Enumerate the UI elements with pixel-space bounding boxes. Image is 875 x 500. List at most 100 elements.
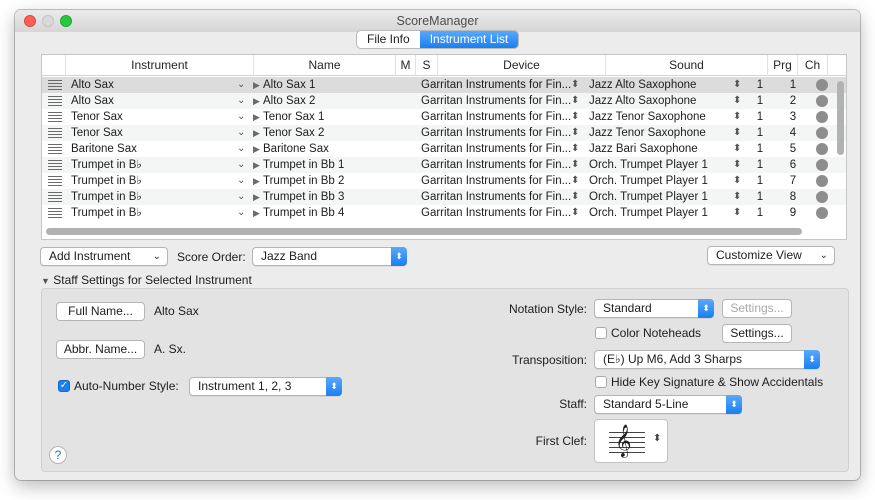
tab-file-info[interactable]: File Info bbox=[357, 31, 420, 48]
score-order-popup[interactable]: Jazz Band ⬍ bbox=[252, 247, 407, 266]
chevron-down-icon[interactable]: ⌄ bbox=[237, 125, 247, 141]
chevron-down-icon[interactable]: ⌄ bbox=[237, 189, 247, 205]
maximize-window-button[interactable] bbox=[60, 15, 72, 27]
stepper-arrows-icon[interactable]: ⬍ bbox=[733, 77, 743, 93]
transposition-popup[interactable]: (E♭) Up M6, Add 3 Sharps ⬍ bbox=[594, 350, 820, 369]
drag-handle-icon[interactable] bbox=[48, 192, 62, 202]
chevron-down-icon[interactable]: ⌄ bbox=[237, 173, 247, 189]
disclosure-triangle-icon[interactable]: ▶ bbox=[253, 189, 263, 205]
drag-handle-icon[interactable] bbox=[48, 208, 62, 218]
instrument-cell[interactable]: Baritone Sax bbox=[71, 141, 231, 157]
sound-cell[interactable]: Jazz Alto Saxophone bbox=[589, 93, 734, 109]
chevron-down-icon[interactable]: ⌄ bbox=[237, 109, 247, 125]
sound-cell[interactable]: Orch. Trumpet Player 1 bbox=[589, 205, 734, 221]
stepper-arrows-icon[interactable]: ⬍ bbox=[571, 93, 581, 109]
hide-key-signature-checkbox[interactable] bbox=[595, 376, 607, 388]
row-options-icon[interactable] bbox=[816, 175, 828, 187]
stepper-arrows-icon[interactable]: ⬍ bbox=[733, 141, 743, 157]
drag-handle-icon[interactable] bbox=[48, 144, 62, 154]
device-cell[interactable]: Garritan Instruments for Fin... bbox=[421, 173, 571, 189]
channel-cell[interactable]: 2 bbox=[787, 93, 799, 109]
name-cell[interactable]: Tenor Sax 2 bbox=[263, 125, 393, 141]
table-vertical-scrollbar[interactable] bbox=[837, 77, 845, 239]
device-cell[interactable]: Garritan Instruments for Fin... bbox=[421, 205, 571, 221]
column-header-solo[interactable]: S bbox=[416, 55, 438, 76]
help-button[interactable]: ? bbox=[49, 446, 67, 464]
name-cell[interactable]: Trumpet in Bb 2 bbox=[263, 173, 393, 189]
sound-cell[interactable]: Jazz Bari Saxophone bbox=[589, 141, 734, 157]
column-header-sound[interactable]: Sound bbox=[606, 55, 768, 76]
device-cell[interactable]: Garritan Instruments for Fin... bbox=[421, 157, 571, 173]
device-cell[interactable]: Garritan Instruments for Fin... bbox=[421, 141, 571, 157]
disclosure-triangle-icon[interactable]: ▶ bbox=[253, 125, 263, 141]
channel-cell[interactable]: 5 bbox=[787, 141, 799, 157]
stepper-arrows-icon[interactable]: ⬍ bbox=[571, 189, 581, 205]
program-cell[interactable]: 1 bbox=[754, 93, 766, 109]
program-cell[interactable]: 1 bbox=[754, 173, 766, 189]
instrument-cell[interactable]: Trumpet in B♭ bbox=[71, 205, 231, 221]
device-cell[interactable]: Garritan Instruments for Fin... bbox=[421, 109, 571, 125]
add-instrument-popup[interactable]: Add Instrument ⌄ bbox=[40, 247, 168, 266]
column-header-mute[interactable]: M bbox=[396, 55, 416, 76]
column-header-program[interactable]: Prg bbox=[768, 55, 798, 76]
instrument-cell[interactable]: Trumpet in B♭ bbox=[71, 173, 231, 189]
name-cell[interactable]: Alto Sax 2 bbox=[263, 93, 393, 109]
close-window-button[interactable] bbox=[24, 15, 36, 27]
staff-settings-disclosure[interactable]: ▼ Staff Settings for Selected Instrument bbox=[41, 272, 252, 289]
auto-number-style-popup[interactable]: Instrument 1, 2, 3 ⬍ bbox=[189, 377, 342, 396]
chevron-down-icon[interactable]: ⌄ bbox=[237, 77, 247, 93]
tab-instrument-list[interactable]: Instrument List bbox=[419, 31, 519, 48]
sound-cell[interactable]: Orch. Trumpet Player 1 bbox=[589, 157, 734, 173]
row-options-icon[interactable] bbox=[816, 79, 828, 91]
stepper-arrows-icon[interactable]: ⬍ bbox=[571, 77, 581, 93]
channel-cell[interactable]: 3 bbox=[787, 109, 799, 125]
instrument-cell[interactable]: Tenor Sax bbox=[71, 125, 231, 141]
table-row[interactable]: Trumpet in B♭ ⌄ ▶ Trumpet in Bb 1 Garritan I… bbox=[42, 157, 846, 173]
row-options-icon[interactable] bbox=[816, 159, 828, 171]
stepper-arrows-icon[interactable]: ⬍ bbox=[571, 125, 581, 141]
customize-view-popup[interactable]: Customize View ⌄ bbox=[707, 246, 835, 265]
instrument-cell[interactable]: Alto Sax bbox=[71, 77, 231, 93]
drag-handle-icon[interactable] bbox=[48, 176, 62, 186]
table-row[interactable]: Alto Sax ⌄ ▶ Alto Sax 2 Garritan Instruments… bbox=[42, 93, 846, 109]
chevron-down-icon[interactable]: ⌄ bbox=[237, 141, 247, 157]
channel-cell[interactable]: 8 bbox=[787, 189, 799, 205]
row-options-icon[interactable] bbox=[816, 111, 828, 123]
minimize-window-button[interactable] bbox=[42, 15, 54, 27]
color-noteheads-checkbox[interactable] bbox=[595, 327, 607, 339]
row-options-icon[interactable] bbox=[816, 95, 828, 107]
row-options-icon[interactable] bbox=[816, 191, 828, 203]
stepper-arrows-icon[interactable]: ⬍ bbox=[571, 109, 581, 125]
stepper-arrows-icon[interactable]: ⬍ bbox=[733, 189, 743, 205]
drag-handle-icon[interactable] bbox=[48, 96, 62, 106]
instrument-cell[interactable]: Alto Sax bbox=[71, 93, 231, 109]
program-cell[interactable]: 1 bbox=[754, 109, 766, 125]
drag-handle-icon[interactable] bbox=[48, 128, 62, 138]
column-header-instrument[interactable]: Instrument bbox=[66, 55, 254, 76]
sound-cell[interactable]: Orch. Trumpet Player 1 bbox=[589, 173, 734, 189]
stepper-arrows-icon[interactable]: ⬍ bbox=[571, 173, 581, 189]
drag-handle-icon[interactable] bbox=[48, 160, 62, 170]
channel-cell[interactable]: 6 bbox=[787, 157, 799, 173]
table-row[interactable]: Tenor Sax ⌄ ▶ Tenor Sax 1 Garritan Instrumen… bbox=[42, 109, 846, 125]
table-row[interactable]: Trumpet in B♭ ⌄ ▶ Trumpet in Bb 4 Garritan I… bbox=[42, 205, 846, 221]
chevron-down-icon[interactable]: ⌄ bbox=[237, 205, 247, 221]
instrument-cell[interactable]: Tenor Sax bbox=[71, 109, 231, 125]
program-cell[interactable]: 1 bbox=[754, 157, 766, 173]
name-cell[interactable]: Baritone Sax bbox=[263, 141, 393, 157]
device-cell[interactable]: Garritan Instruments for Fin... bbox=[421, 77, 571, 93]
name-cell[interactable]: Alto Sax 1 bbox=[263, 77, 393, 93]
channel-cell[interactable]: 9 bbox=[787, 205, 799, 221]
program-cell[interactable]: 1 bbox=[754, 125, 766, 141]
name-cell[interactable]: Trumpet in Bb 1 bbox=[263, 157, 393, 173]
sound-cell[interactable]: Orch. Trumpet Player 1 bbox=[589, 189, 734, 205]
row-options-icon[interactable] bbox=[816, 207, 828, 219]
sound-cell[interactable]: Jazz Tenor Saxophone bbox=[589, 125, 734, 141]
auto-number-checkbox[interactable]: ✓ bbox=[58, 380, 70, 392]
table-row[interactable]: Trumpet in B♭ ⌄ ▶ Trumpet in Bb 2 Garritan I… bbox=[42, 173, 846, 189]
stepper-arrows-icon[interactable]: ⬍ bbox=[733, 205, 743, 221]
disclosure-triangle-icon[interactable]: ▶ bbox=[253, 157, 263, 173]
sound-cell[interactable]: Jazz Tenor Saxophone bbox=[589, 109, 734, 125]
program-cell[interactable]: 1 bbox=[754, 189, 766, 205]
device-cell[interactable]: Garritan Instruments for Fin... bbox=[421, 125, 571, 141]
